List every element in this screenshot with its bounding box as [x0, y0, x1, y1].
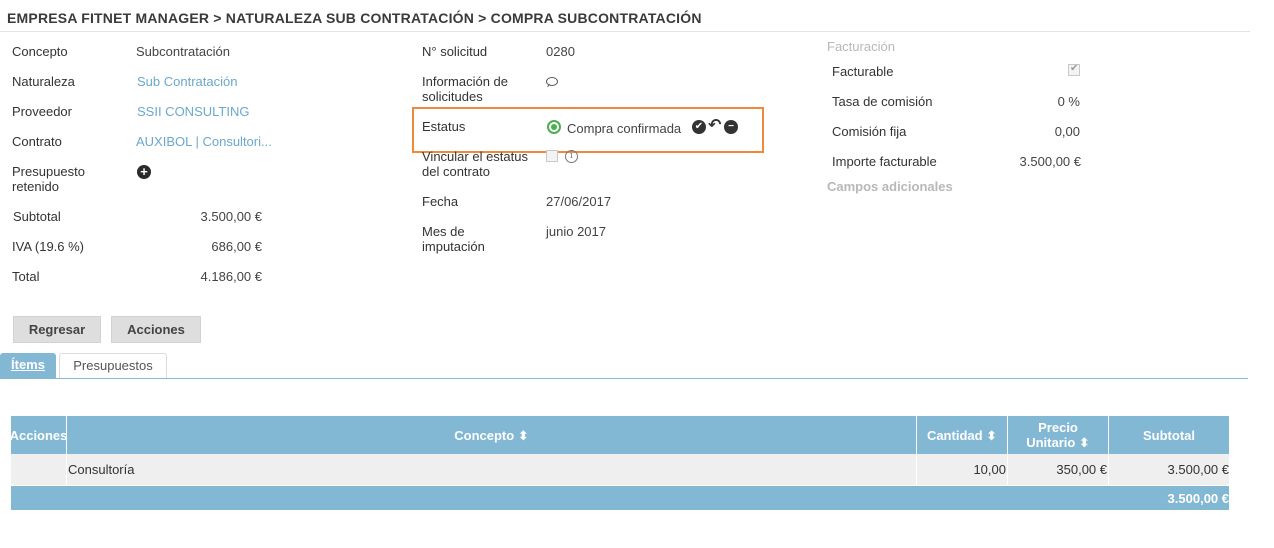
solicitud-label: N° solicitud: [422, 44, 488, 59]
facturable-label: Facturable: [832, 64, 894, 79]
row-concepto-cell: Consultoría: [67, 454, 917, 485]
proveedor-label: Proveedor: [12, 104, 72, 119]
header-divider: [0, 31, 1250, 32]
mes-label-line1: Mes de: [422, 224, 465, 239]
status-ok-icon: [547, 120, 561, 134]
column-header-acciones: Acciones: [10, 416, 67, 454]
presupuesto-label-line1: Presupuesto: [12, 164, 85, 179]
presupuesto-label-line2: retenido: [12, 179, 59, 194]
column-header-precio-line1: Precio: [1038, 420, 1078, 435]
tab-presupuestos[interactable]: Presupuestos: [59, 353, 167, 378]
vincular-label-line2: del contrato: [422, 164, 490, 179]
comment-icon[interactable]: [546, 77, 558, 86]
mes-value: junio 2017: [546, 224, 606, 239]
vincular-label-line1: Vincular el estatus: [422, 149, 528, 164]
iva-label: IVA (19.6 %): [12, 239, 85, 254]
fecha-value: 27/06/2017: [546, 194, 612, 209]
total-label: Total: [12, 269, 40, 284]
facturable-checkbox[interactable]: [1068, 63, 1080, 76]
row-acciones-cell[interactable]: [11, 454, 67, 485]
contrato-label: Contrato: [12, 134, 62, 149]
vincular-checkbox[interactable]: [546, 150, 558, 162]
column-header-concepto[interactable]: Concepto ⬍: [67, 416, 917, 454]
subtotal-value: 3.500,00 €: [200, 209, 262, 224]
estatus-label: Estatus: [422, 119, 466, 134]
subtotal-label: Subtotal: [13, 209, 61, 224]
status-value: Compra confirmada: [567, 121, 682, 136]
add-presupuesto-icon[interactable]: +: [137, 165, 151, 179]
concepto-label: Concepto: [12, 44, 68, 59]
naturaleza-label: Naturaleza: [12, 74, 75, 89]
campos-adicionales-header[interactable]: Campos adicionales: [827, 179, 953, 194]
comision-label: Comisión fija: [832, 124, 907, 139]
fecha-label: Fecha: [422, 194, 459, 209]
total-value: 4.186,00 €: [200, 269, 262, 284]
column-header-precio[interactable]: Precio Unitario ⬍: [1008, 416, 1109, 454]
acciones-button[interactable]: Acciones: [111, 316, 201, 343]
concepto-value: Subcontratación: [136, 44, 230, 59]
row-cantidad-cell: 10,00: [917, 454, 1008, 485]
tab-items[interactable]: Ítems: [0, 353, 56, 378]
comision-value: 0,00: [1054, 124, 1080, 139]
info-icon[interactable]: i: [565, 150, 578, 163]
importe-label: Importe facturable: [832, 154, 937, 169]
tab-divider: [0, 378, 1248, 379]
column-header-precio-line2: Unitario ⬍: [1026, 435, 1090, 450]
info-solicitudes-label-line2: solicitudes: [422, 89, 483, 104]
facturacion-header: Facturación: [827, 39, 895, 54]
naturaleza-link[interactable]: Sub Contratación: [137, 74, 237, 89]
confirm-check-icon[interactable]: ✔: [692, 120, 706, 134]
importe-value: 3.500,00 €: [1019, 154, 1081, 169]
table-total-row: 3.500,00 €: [11, 485, 1229, 510]
cancel-minus-icon[interactable]: −: [724, 120, 738, 134]
tasa-value: 0 %: [1057, 94, 1080, 109]
mes-label-line2: imputación: [422, 239, 485, 254]
column-header-subtotal: Subtotal: [1109, 416, 1229, 454]
breadcrumb: EMPRESA FITNET MANAGER > NATURALEZA SUB …: [7, 10, 702, 26]
contrato-link[interactable]: AUXIBOL | Consultori...: [136, 134, 272, 149]
row-precio-cell: 350,00 €: [1008, 454, 1109, 485]
undo-icon[interactable]: ↶: [708, 118, 721, 134]
solicitud-value: 0280: [546, 44, 575, 59]
iva-value: 686,00 €: [211, 239, 262, 254]
tasa-label: Tasa de comisión: [832, 94, 933, 109]
row-subtotal-cell: 3.500,00 €: [1109, 454, 1229, 485]
column-header-cantidad[interactable]: Cantidad ⬍: [917, 416, 1008, 454]
info-solicitudes-label-line1: Información de: [422, 74, 508, 89]
proveedor-link[interactable]: SSII CONSULTING: [137, 104, 249, 119]
regresar-button[interactable]: Regresar: [13, 316, 101, 343]
